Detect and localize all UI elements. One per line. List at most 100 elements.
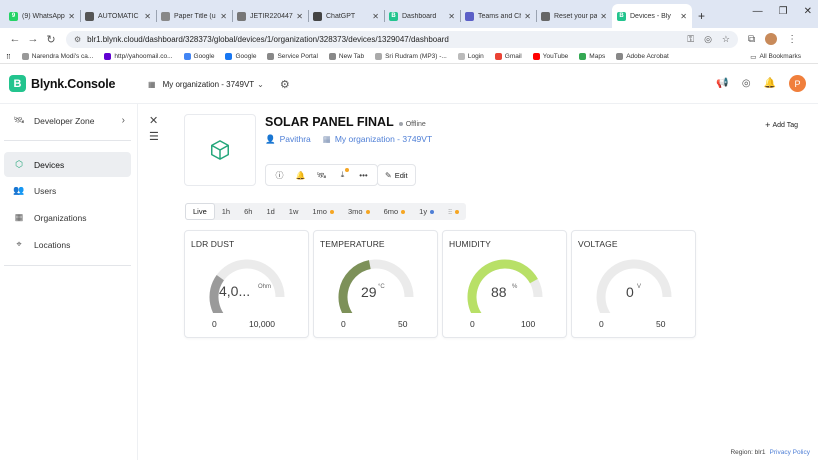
- browser-tab[interactable]: Reset your pa ✕: [536, 4, 612, 28]
- minimize-icon[interactable]: —: [753, 6, 763, 17]
- sidebar-item-users[interactable]: 👥 Users: [4, 178, 131, 203]
- url-input[interactable]: ⚙ blr1.blynk.cloud/dashboard/328373/glob…: [66, 30, 738, 48]
- close-tab-icon[interactable]: ✕: [144, 12, 151, 21]
- bookmark-item[interactable]: Login: [457, 53, 484, 60]
- user-avatar[interactable]: P: [789, 75, 806, 92]
- notification-icon[interactable]: 🔔: [764, 78, 776, 89]
- time-range-1d[interactable]: 1d: [259, 203, 281, 220]
- close-tab-icon[interactable]: ✕: [68, 12, 75, 21]
- time-range-6h[interactable]: 6h: [237, 203, 259, 220]
- browser-tab[interactable]: JETIR2204470 ✕: [232, 4, 308, 28]
- close-icon[interactable]: ✕: [149, 114, 158, 127]
- device-image[interactable]: [184, 114, 256, 186]
- region-label: Region: blr1: [730, 449, 766, 456]
- profile-avatar[interactable]: [765, 33, 778, 45]
- privacy-policy-link[interactable]: Privacy Policy: [770, 449, 810, 456]
- satellite-icon[interactable]: 🛰: [311, 165, 332, 185]
- device-name: SOLAR PANEL FINAL: [265, 115, 394, 129]
- widget-ldr-dust[interactable]: LDR DUST 4,0... Ohm 0 10,000: [184, 230, 309, 338]
- sidebar-item-organizations[interactable]: ▦ Organizations: [4, 205, 131, 230]
- bookmark-item[interactable]: Google: [225, 53, 256, 60]
- custom-range-icon[interactable]: ⫶⫶: [441, 203, 466, 220]
- eye-off-icon[interactable]: ◎: [704, 34, 712, 45]
- teams-icon: [465, 11, 474, 21]
- bookmark-item[interactable]: http//yahoomail.co...: [104, 53, 173, 60]
- key-icon[interactable]: ⚿: [687, 34, 694, 45]
- time-range-1h[interactable]: 1h: [215, 203, 237, 220]
- bookmark-item[interactable]: YouTube: [532, 53, 568, 60]
- close-tab-icon[interactable]: ✕: [524, 12, 531, 21]
- time-range-1mo[interactable]: 1mo: [305, 203, 341, 220]
- time-range-live[interactable]: Live: [185, 203, 215, 220]
- bookmark-item[interactable]: Sri Rudram (MP3) -...: [375, 53, 447, 60]
- footer: Region: blr1 Privacy Policy: [730, 449, 810, 456]
- blynk-logo-icon: B: [9, 75, 26, 92]
- device-organization-link[interactable]: ▦ My organization - 3749VT: [323, 134, 432, 145]
- apps-icon[interactable]: ⠿: [6, 53, 11, 61]
- browser-tab[interactable]: Teams and Ch ✕: [460, 4, 536, 28]
- widget-humidity[interactable]: HUMIDITY 88 % 0 100: [442, 230, 567, 338]
- info-icon[interactable]: ⓘ: [269, 165, 290, 185]
- widget-value: 0: [626, 284, 634, 300]
- forward-icon[interactable]: →: [24, 33, 42, 45]
- close-tab-icon[interactable]: ✕: [220, 12, 227, 21]
- add-tag-button[interactable]: + Add Tag: [759, 117, 804, 133]
- edit-dashboard-button[interactable]: ✎ Edit: [377, 164, 416, 186]
- browser-tab[interactable]: ChatGPT ✕: [308, 4, 384, 28]
- browser-tab[interactable]: B Dashboard ✕: [384, 4, 460, 28]
- close-tab-icon[interactable]: ✕: [448, 12, 455, 21]
- sidebar-item-developer-zone[interactable]: 🛰 Developer Zone ›: [4, 108, 131, 133]
- widget-temperature[interactable]: TEMPERATURE 29 °C 0 50: [313, 230, 438, 338]
- chevron-right-icon: ›: [121, 115, 125, 126]
- widget-voltage[interactable]: VOLTAGE 0 V 0 50: [571, 230, 696, 338]
- building-icon: ▦: [148, 80, 156, 89]
- back-icon[interactable]: ←: [6, 33, 24, 45]
- browser-tab[interactable]: 9 (9) WhatsApp ✕: [4, 4, 80, 28]
- close-window-icon[interactable]: ✕: [804, 6, 812, 17]
- extensions-icon[interactable]: ⧉: [748, 34, 755, 45]
- widget-max: 50: [656, 319, 666, 329]
- restore-icon[interactable]: ❐: [779, 6, 788, 17]
- bookmark-item[interactable]: Service Portal: [267, 53, 318, 60]
- help-icon[interactable]: ◎: [742, 78, 751, 89]
- download-icon[interactable]: ⤓: [332, 165, 353, 185]
- close-tab-icon[interactable]: ✕: [680, 12, 687, 21]
- bookmark-item[interactable]: Maps: [579, 53, 605, 60]
- bookmark-item[interactable]: Adobe Acrobat: [616, 53, 669, 60]
- all-bookmarks[interactable]: ▭ All Bookmarks: [750, 53, 801, 61]
- time-range-1w[interactable]: 1w: [282, 203, 306, 220]
- brand-logo[interactable]: B Blynk.Console: [9, 75, 115, 92]
- organization-selector[interactable]: ▦ My organization - 3749VT ⌄ ⚙: [148, 78, 290, 91]
- browser-tab-active[interactable]: B Devices - Bly ✕: [612, 4, 692, 28]
- menu-icon[interactable]: ⋮: [787, 34, 797, 45]
- browser-tab[interactable]: Paper Title (u ✕: [156, 4, 232, 28]
- close-tab-icon[interactable]: ✕: [600, 12, 607, 21]
- close-tab-icon[interactable]: ✕: [296, 12, 303, 21]
- globe-icon: [21, 53, 29, 60]
- bookmark-item[interactable]: Gmail: [494, 53, 522, 60]
- announcement-icon[interactable]: 📢: [716, 78, 728, 89]
- star-icon[interactable]: ☆: [722, 34, 730, 45]
- page-icon: [541, 11, 550, 21]
- bookmark-item[interactable]: Google: [183, 53, 214, 60]
- time-range-6mo[interactable]: 6mo: [377, 203, 413, 220]
- browser-tab[interactable]: AUTOMATIC ✕: [80, 4, 156, 28]
- bell-icon[interactable]: 🔔: [290, 165, 311, 185]
- gear-icon[interactable]: ⚙: [280, 78, 290, 91]
- time-range-3mo[interactable]: 3mo: [341, 203, 377, 220]
- sidebar-item-devices[interactable]: ⬡ Devices: [4, 152, 131, 177]
- reload-icon[interactable]: ↻: [42, 33, 60, 46]
- device-owner-link[interactable]: 👤 Pavithra: [265, 134, 311, 145]
- more-icon[interactable]: •••: [353, 165, 374, 185]
- bookmark-item[interactable]: Narendra Modi's ca...: [21, 53, 93, 60]
- new-tab-icon[interactable]: +: [698, 9, 705, 23]
- page-icon: [237, 11, 246, 21]
- sidebar-item-locations[interactable]: ⌖ Locations: [4, 232, 131, 257]
- locked-dot: [401, 209, 406, 214]
- site-info-icon[interactable]: ⚙: [74, 35, 81, 44]
- hamburger-icon[interactable]: ☰: [149, 130, 159, 143]
- close-tab-icon[interactable]: ✕: [372, 12, 379, 21]
- bookmark-item[interactable]: New Tab: [328, 53, 364, 60]
- users-icon: 👥: [13, 185, 25, 195]
- time-range-1y[interactable]: 1y: [412, 203, 441, 220]
